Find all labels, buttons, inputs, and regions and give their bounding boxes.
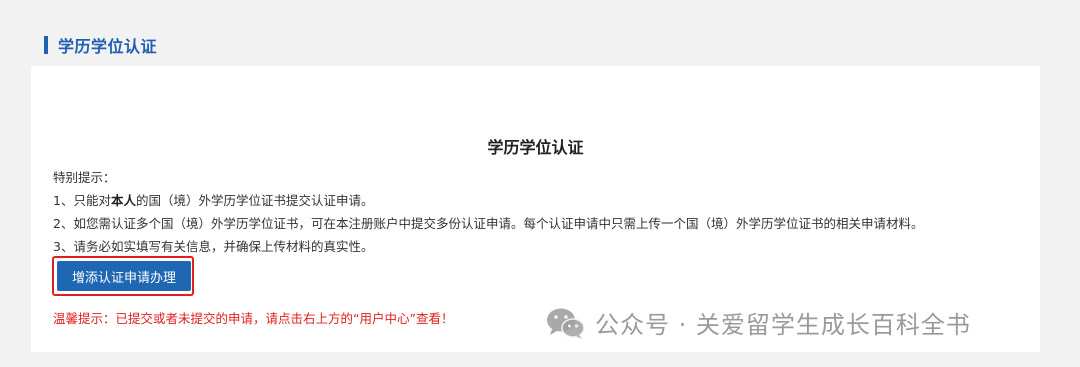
warm-tip: 温馨提示：已提交或者未提交的申请，请点击右上方的“用户中心”查看！ (53, 311, 454, 326)
watermark: 公众号 · 关爱留学生成长百科全书 (545, 305, 971, 340)
wechat-icon (547, 308, 585, 339)
notice-item-1-suffix: 的国（境）外学历学位证书提交认证申请。 (135, 193, 374, 208)
section-accent-bar (44, 36, 48, 54)
notice-item-1: 1、只能对本人的国（境）外学历学位证书提交认证申请。 (53, 189, 923, 212)
add-certification-application-button[interactable]: 增添认证申请办理 (57, 261, 191, 291)
notice-item-2: 2、如您需认证多个国（境）外学历学位证书，可在本注册账户中提交多份认证申请。每个… (53, 216, 924, 231)
special-notice: 特别提示： 1、只能对本人的国（境）外学历学位证书提交认证申请。 2、如您需认证… (53, 166, 923, 258)
notice-item-3: 3、请务必如实填写有关信息，并确保上传材料的真实性。 (53, 239, 374, 254)
watermark-text: 公众号 · 关爱留学生成长百科全书 (595, 311, 971, 339)
notice-item-1-emphasis: 本人 (110, 193, 136, 208)
button-highlight-box: 增添认证申请办理 (52, 256, 194, 296)
notice-item-1-prefix: 1、只能对 (53, 193, 111, 208)
section-title: 学历学位认证 (58, 37, 158, 56)
card-title: 学历学位认证 (487, 138, 584, 157)
notice-heading: 特别提示： (53, 170, 116, 185)
section-header: 学历学位认证 (44, 34, 157, 56)
